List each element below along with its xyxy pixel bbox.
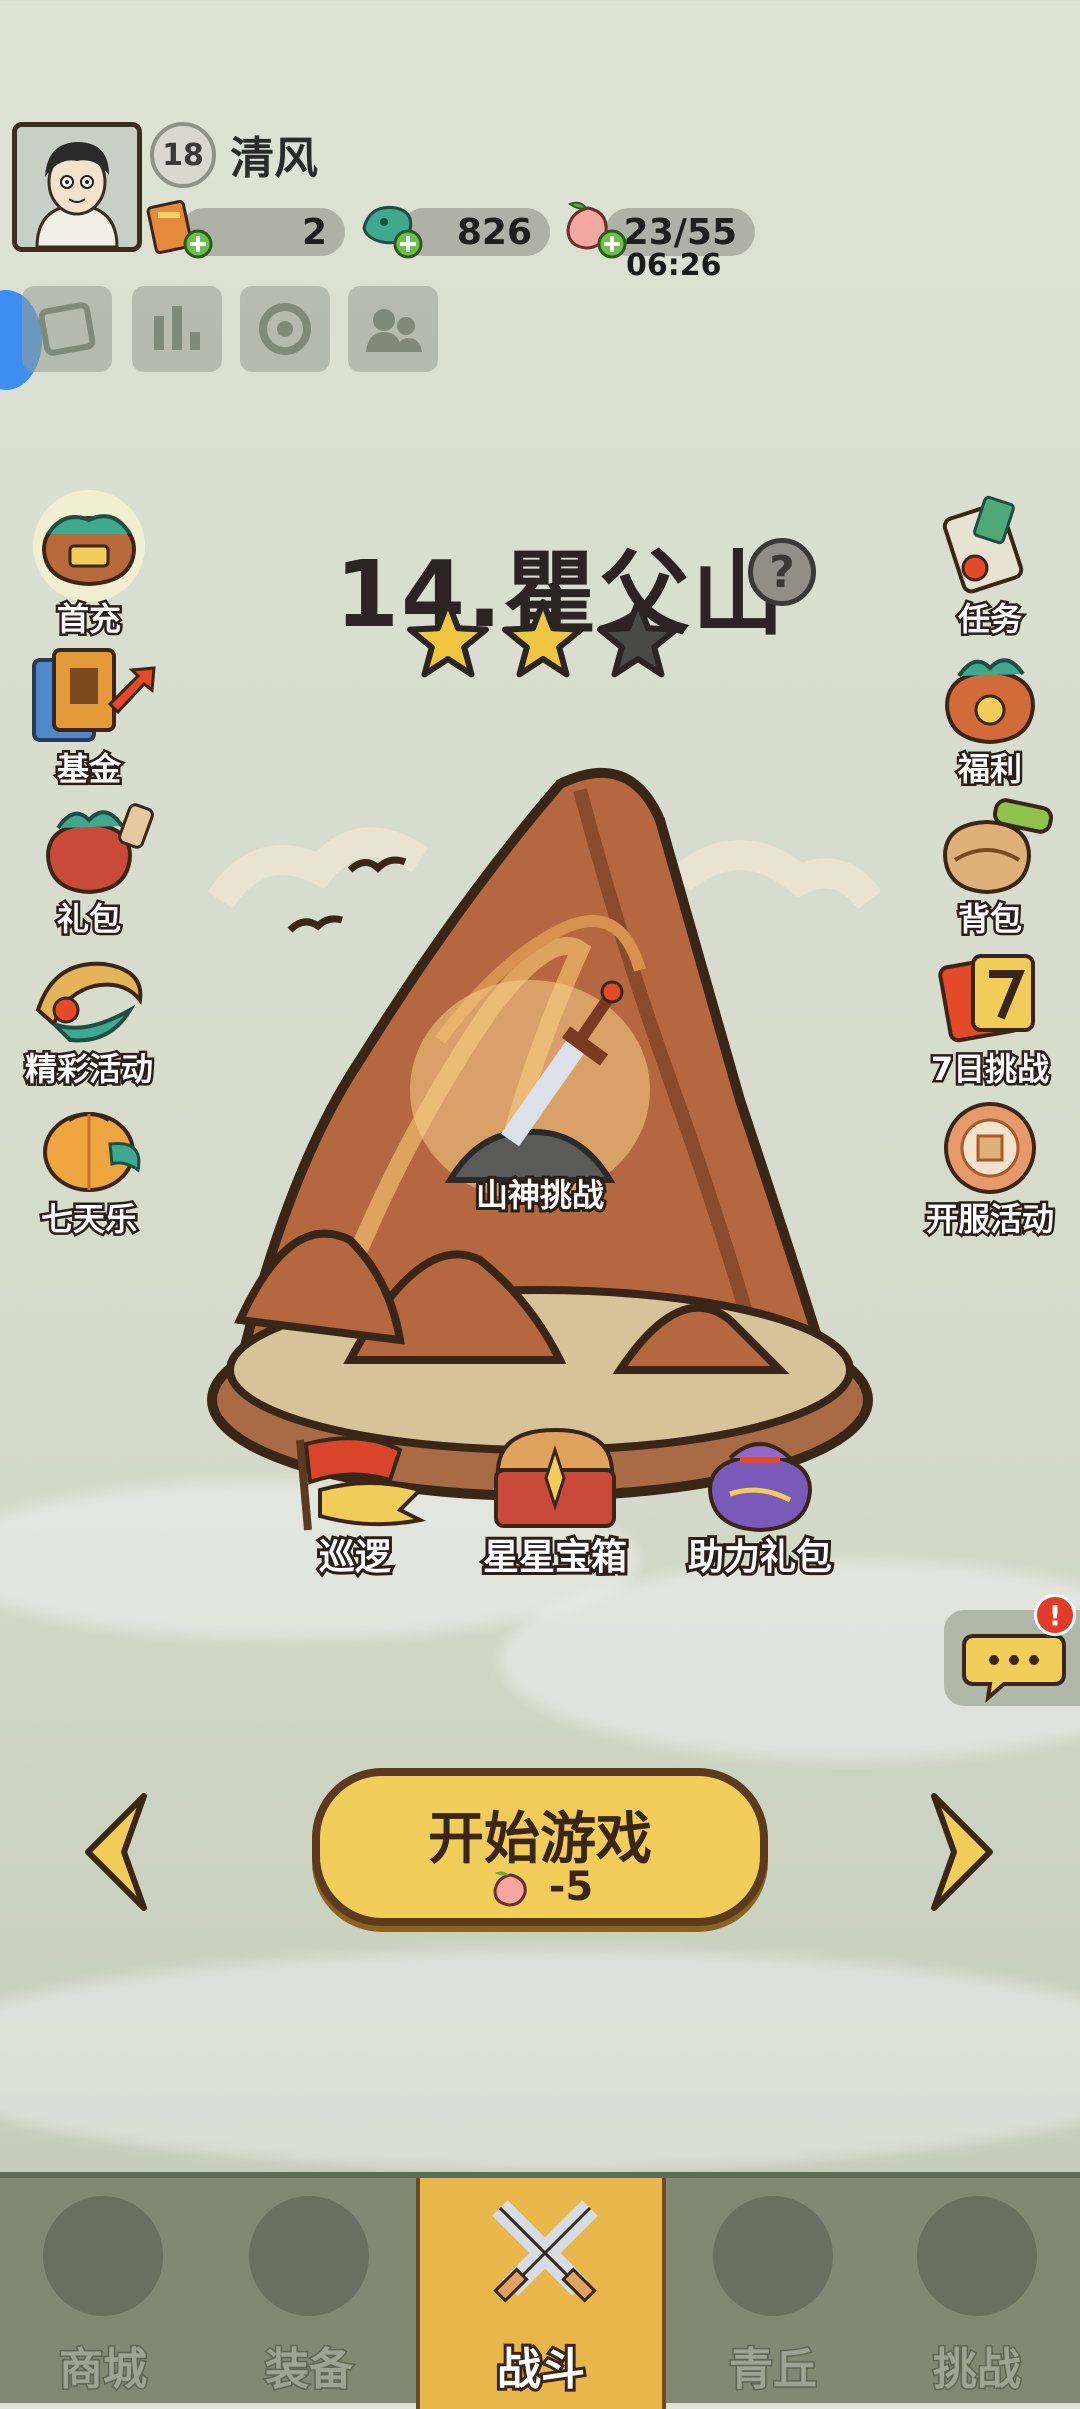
events-button[interactable]: 精彩活动: [14, 940, 164, 1091]
bottom-navigation: 商城 装备 战斗 青丘 挑战: [0, 2172, 1080, 2409]
server-event-button[interactable]: 开服活动: [915, 1090, 1065, 1241]
tasks-label: 任务: [955, 598, 1024, 641]
assist-gift-button[interactable]: 助力礼包: [680, 1420, 840, 1581]
ticket-icon[interactable]: [22, 286, 112, 372]
welfare-button[interactable]: 福利: [915, 640, 1065, 791]
star-filled: [407, 599, 489, 678]
challenge-orb-icon: [917, 2196, 1037, 2316]
rank-icon[interactable]: [132, 286, 222, 372]
tab-shop-label: 商城: [58, 2343, 149, 2397]
server-event-label: 开服活动: [923, 1198, 1056, 1241]
star-empty: [597, 599, 679, 678]
seven-day-joy-label: 七天乐: [38, 1198, 139, 1241]
tab-battle[interactable]: 战斗: [416, 2178, 666, 2409]
seven-day-challenge-label: 7日挑战: [928, 1048, 1051, 1091]
friends-icon[interactable]: [348, 286, 438, 372]
start-cost-value: -5: [548, 1864, 594, 1910]
stamina-timer: 06:26: [626, 248, 722, 283]
help-question-icon[interactable]: ?: [748, 538, 816, 606]
star-chest-label: 星星宝箱: [480, 1534, 630, 1581]
jade-plus-icon[interactable]: [356, 198, 426, 262]
start-game-label: 开始游戏: [428, 1807, 652, 1872]
helmet-icon: [249, 2196, 369, 2316]
mountain-icon: [713, 2196, 833, 2316]
stage-mountain: [200, 760, 882, 1530]
start-cost-row: -5: [320, 1864, 760, 1910]
settings-gear-icon[interactable]: [240, 286, 330, 372]
seven-day-joy-button[interactable]: 七天乐: [14, 1090, 164, 1241]
fund-button[interactable]: 基金: [14, 640, 164, 791]
backpack-label: 背包: [955, 898, 1024, 941]
patrol-label: 巡逻: [316, 1534, 394, 1581]
tab-equipment-label: 装备: [264, 2343, 355, 2397]
tab-challenge-label: 挑战: [932, 2343, 1023, 2397]
gift-pack-label: 礼包: [54, 898, 123, 941]
star-filled: [502, 599, 584, 678]
tasks-button[interactable]: 任务: [915, 490, 1065, 641]
tab-qingqiu-label: 青丘: [728, 2343, 819, 2397]
tab-shop[interactable]: 商城: [0, 2178, 206, 2409]
patrol-button[interactable]: 巡逻: [280, 1420, 430, 1581]
first-recharge-label: 首充: [54, 598, 123, 641]
tab-qingqiu[interactable]: 青丘: [670, 2178, 876, 2409]
first-recharge-button[interactable]: 首充: [14, 490, 164, 641]
scroll-plus-icon[interactable]: [146, 198, 216, 262]
tab-battle-label: 战斗: [494, 2341, 588, 2398]
peach-plus-icon[interactable]: [560, 198, 630, 262]
backpack-button[interactable]: 背包: [915, 790, 1065, 941]
player-avatar[interactable]: [12, 122, 142, 252]
start-game-button[interactable]: 开始游戏 -5: [312, 1768, 768, 1926]
assist-gift-label: 助力礼包: [685, 1534, 835, 1581]
chat-alert-badge: !: [1034, 1594, 1076, 1636]
player-level-badge: 18: [150, 122, 216, 188]
seven-day-challenge-button[interactable]: 7日挑战: [915, 940, 1065, 1091]
crossed-swords-icon: [480, 2188, 610, 2318]
shop-icon: [43, 2196, 163, 2316]
welfare-label: 福利: [955, 748, 1024, 791]
peach-icon: [487, 1869, 535, 1909]
next-stage-arrow[interactable]: [926, 1790, 998, 1914]
boss-challenge-label[interactable]: 山神挑战: [430, 1170, 650, 1217]
stage-stars: [400, 596, 690, 686]
fund-label: 基金: [54, 748, 123, 791]
star-chest-button[interactable]: 星星宝箱: [470, 1420, 640, 1581]
events-label: 精彩活动: [22, 1048, 155, 1091]
tab-equipment[interactable]: 装备: [206, 2178, 412, 2409]
gift-pack-button[interactable]: 礼包: [14, 790, 164, 941]
player-name: 清风: [230, 133, 318, 184]
tab-challenge[interactable]: 挑战: [874, 2178, 1080, 2409]
prev-stage-arrow[interactable]: [80, 1790, 152, 1914]
